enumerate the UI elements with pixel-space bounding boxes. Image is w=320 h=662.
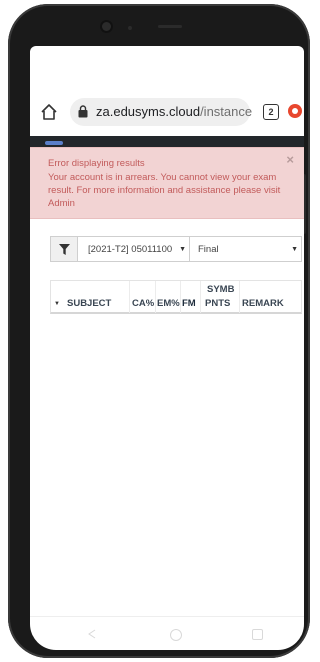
exam-select-value: Final [198, 244, 219, 255]
column-em-percent[interactable]: EM% [157, 298, 180, 309]
address-bar[interactable]: za.edusyms.cloud/instance [70, 98, 252, 126]
sort-icon[interactable]: ▼ [54, 301, 60, 307]
exam-select[interactable]: Final ▼ [190, 236, 302, 262]
chevron-down-icon: ▼ [291, 246, 298, 253]
browser-toolbar: za.edusyms.cloud/instance 2 [30, 98, 304, 128]
filter-button[interactable] [50, 236, 78, 262]
url-text: za.edusyms.cloud/instance [96, 104, 252, 119]
column-pnts[interactable]: PNTS [205, 298, 230, 309]
url-path: /instance [200, 104, 253, 119]
recent-apps-icon[interactable] [252, 629, 263, 640]
system-nav-bar [30, 616, 304, 650]
alert-message: Your account is in arrears. You cannot v… [48, 172, 281, 209]
tab-switcher-icon[interactable]: 2 [263, 104, 279, 120]
phone-screen: za.edusyms.cloud/instance 2 Error displa… [30, 46, 304, 650]
url-host: za.edusyms.cloud [96, 104, 201, 119]
home-icon[interactable] [40, 103, 60, 123]
column-fm[interactable]: FM [182, 298, 196, 309]
filter-row: [2021-T2] 05011100 ▼ Final ▼ [50, 236, 302, 262]
column-symb[interactable]: SYMB [207, 284, 234, 295]
home-button-icon[interactable] [170, 629, 182, 641]
sensor-dot [128, 26, 132, 30]
column-divider [239, 281, 240, 313]
column-divider [129, 281, 130, 313]
chevron-down-icon: ▼ [179, 246, 186, 253]
column-remark[interactable]: REMARK [242, 298, 284, 309]
header-accent [45, 141, 63, 145]
column-divider [180, 281, 181, 313]
filter-icon [59, 244, 70, 255]
column-divider [200, 281, 201, 313]
back-icon[interactable] [88, 629, 96, 639]
phone-frame: za.edusyms.cloud/instance 2 Error displa… [8, 4, 310, 658]
browser-menu-icon[interactable] [288, 104, 302, 118]
front-camera-icon [102, 22, 111, 31]
term-select[interactable]: [2021-T2] 05011100 ▼ [78, 236, 190, 262]
close-icon[interactable]: × [286, 153, 294, 166]
column-divider [155, 281, 156, 313]
column-subject[interactable]: SUBJECT [67, 298, 111, 309]
error-alert: Error displaying results Your account is… [30, 147, 304, 219]
term-select-value: [2021-T2] 05011100 [88, 244, 173, 255]
lock-icon [78, 105, 88, 119]
column-ca-percent[interactable]: CA% [132, 298, 154, 309]
alert-title: Error displaying results [48, 158, 145, 169]
earpiece-speaker [158, 25, 182, 28]
results-table-header: ▼ SUBJECT CA% EM% FM SYMB PNTS REMARK [50, 280, 302, 314]
